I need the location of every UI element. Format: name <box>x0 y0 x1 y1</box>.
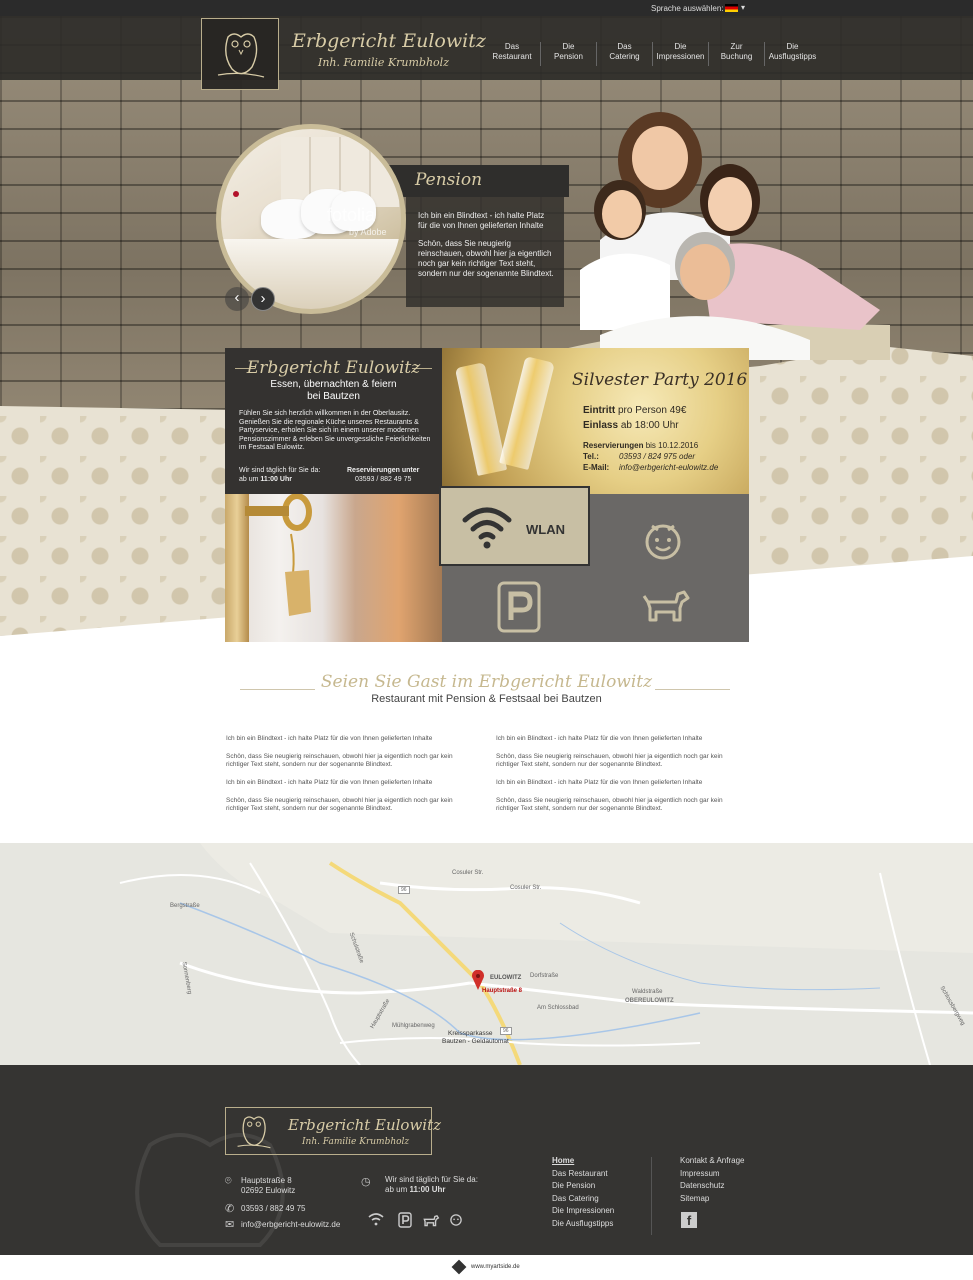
slider-next-button[interactable]: › <box>251 287 275 311</box>
footer-hours: Wir sind täglich für Sie da: ab um 11:00… <box>385 1175 478 1194</box>
footer-link-pension[interactable]: Die Pension <box>552 1180 614 1193</box>
road-shield: 96 <box>500 1027 512 1035</box>
intro-title: Erbgericht Eulowitz <box>246 358 421 378</box>
map-pin-icon[interactable] <box>472 970 484 990</box>
child-icon <box>450 1214 462 1226</box>
nav-buchung[interactable]: Zur Buchung <box>708 42 764 66</box>
footer-link-kontakt[interactable]: Kontakt & Anfrage <box>680 1155 745 1168</box>
silvester-promo[interactable]: Silvester Party 2016 Eintritt pro Person… <box>442 348 749 494</box>
footer-brand-name: Erbgericht Eulowitz <box>288 1116 442 1134</box>
phone-icon: ✆ <box>225 1203 235 1215</box>
map-poi-label: Kreissparkasse <box>448 1030 493 1037</box>
german-flag-icon[interactable] <box>725 4 738 12</box>
chevron-down-icon[interactable]: ▾ <box>741 3 745 12</box>
map-road-label: Cosuler Str. <box>510 885 542 891</box>
nav-catering[interactable]: Das Catering <box>596 42 652 66</box>
owl-icon <box>237 1116 271 1149</box>
champagne-glass <box>499 356 555 470</box>
footer-link-catering[interactable]: Das Catering <box>552 1193 614 1206</box>
footer-link-impressionen[interactable]: Die Impressionen <box>552 1205 614 1218</box>
nav-impressionen[interactable]: Die Impressionen <box>652 42 708 66</box>
logo[interactable] <box>201 18 279 90</box>
nav-restaurant[interactable]: Das Restaurant <box>484 42 540 66</box>
silvester-entry: Eintritt pro Person 49€ Einlass ab 18:00… <box>583 405 687 431</box>
map-poi-label: Bautzen - Geldautomat <box>442 1038 509 1045</box>
slider-text: Ich bin ein Blindtext - ich halte Platz … <box>418 211 545 230</box>
mail-icon: ✉ <box>225 1219 235 1231</box>
footer-nav: Home Das Restaurant Die Pension Das Cate… <box>552 1155 614 1230</box>
map-road-label: Dorfstraße <box>530 973 559 979</box>
text-column-right: Ich bin ein Blindtext - ich halte Platz … <box>496 735 723 812</box>
map-road-label: Bergstraße <box>170 903 200 909</box>
footer-email[interactable]: info@erbgericht-eulowitz.de <box>241 1220 340 1230</box>
map-road-label: Am Schlossbad <box>537 1005 579 1011</box>
key-icon <box>245 494 312 616</box>
footer-phone[interactable]: 03593 / 882 49 75 <box>241 1204 306 1214</box>
facebook-icon[interactable]: f <box>681 1212 697 1228</box>
footer-address: Hauptstraße 8 02692 Eulowitz <box>241 1176 296 1195</box>
parking-icon <box>497 581 541 633</box>
slider-text-panel: Ich bin ein Blindtext - ich halte Platz … <box>406 197 564 307</box>
intro-reservation: Reservierungen unter 03593 / 882 49 75 <box>347 467 420 483</box>
nav-ausflugstipps[interactable]: Die Ausflugstipps <box>764 42 820 66</box>
dog-icon <box>423 1214 440 1227</box>
slider-image: fotolia by Adobe <box>216 124 406 314</box>
watermark-sub: by Adobe <box>349 227 387 237</box>
brand-name: Erbgericht Eulowitz <box>292 30 486 52</box>
footer-link-impressum[interactable]: Impressum <box>680 1168 745 1181</box>
child-icon <box>645 524 681 560</box>
wifi-icon <box>462 507 512 549</box>
welcome-title: Seien Sie Gast im Erbgericht Eulowitz <box>320 672 653 692</box>
footer-link-ausflugstipps[interactable]: Die Ausflugstipps <box>552 1218 614 1231</box>
dog-icon <box>642 590 690 622</box>
wlan-label: WLAN <box>526 522 565 537</box>
key-photo <box>225 494 442 642</box>
rose-icon <box>233 191 239 197</box>
footer-link-restaurant[interactable]: Das Restaurant <box>552 1168 614 1181</box>
map-place-label: EULOWITZ <box>490 975 522 981</box>
map-road-label: Mühlgrabenweg <box>392 1023 435 1029</box>
location-icon: ⌾ <box>225 1175 232 1187</box>
road-shield: 96 <box>398 886 410 894</box>
footer-link-home[interactable]: Home <box>552 1155 614 1168</box>
footer-brand-subtitle: Inh. Familie Krumbholz <box>302 1137 410 1147</box>
map[interactable]: EULOWITZ OBEREULOWITZ Kreissparkasse Bau… <box>0 843 973 1065</box>
bed <box>221 239 401 309</box>
owl-icon <box>217 33 265 78</box>
footer-logo[interactable]: Erbgericht Eulowitz Inh. Familie Krumbho… <box>225 1107 441 1155</box>
credit-link[interactable]: www.myartside.de <box>471 1264 520 1270</box>
footer-nav-secondary: Kontakt & Anfrage Impressum Datenschutz … <box>680 1155 745 1205</box>
divider <box>651 1157 652 1235</box>
silvester-title: Silvester Party 2016 <box>572 370 748 390</box>
map-road-label: Cosuler Str. <box>452 870 484 876</box>
wifi-icon <box>368 1213 384 1226</box>
slider-title: Pension <box>415 170 483 190</box>
intro-hours: Wir sind täglich für Sie da: ab um 11:00… <box>239 467 321 483</box>
map-road-label: Waldstraße <box>632 989 663 995</box>
parking-icon <box>398 1212 412 1228</box>
intro-subtitle: Essen, übernachten & feiern bei Bautzen <box>270 379 397 402</box>
intro-text: Fühlen Sie sich herzlich willkommen in d… <box>239 410 431 451</box>
top-bar: Sprache auswählen: ▾ <box>0 0 973 16</box>
map-marker-label: Hauptstraße 8 <box>482 988 523 994</box>
language-label: Sprache auswählen: <box>651 4 724 13</box>
intro-panel: Erbgericht Eulowitz Essen, übernachten &… <box>225 348 442 494</box>
welcome-subtitle: Restaurant mit Pension & Festsaal bei Ba… <box>371 693 602 705</box>
footer: Erbgericht Eulowitz Inh. Familie Krumbho… <box>0 1065 973 1255</box>
watermark: fotolia <box>327 205 376 225</box>
footer-link-datenschutz[interactable]: Datenschutz <box>680 1180 745 1193</box>
map-place-label: OBEREULOWITZ <box>625 998 674 1004</box>
text-column-left: Ich bin ein Blindtext - ich halte Platz … <box>226 735 453 812</box>
clock-icon: ◷ <box>361 1176 371 1188</box>
wlan-feature: WLAN <box>439 486 590 566</box>
brand-subtitle: Inh. Familie Krumbholz <box>318 56 449 69</box>
footer-link-sitemap[interactable]: Sitemap <box>680 1193 745 1206</box>
slider-text: Schön, dass Sie neugierig reinschauen, o… <box>418 239 554 278</box>
main-nav: Das Restaurant Die Pension Das Catering Die… <box>484 42 820 66</box>
silvester-reservation: Reservierungen bis 10.12.2016 Tel.: 03593… <box>583 441 719 472</box>
slider-prev-button[interactable]: ‹ <box>225 287 249 311</box>
nav-pension[interactable]: Die Pension <box>540 42 596 66</box>
family-photo <box>560 112 890 360</box>
